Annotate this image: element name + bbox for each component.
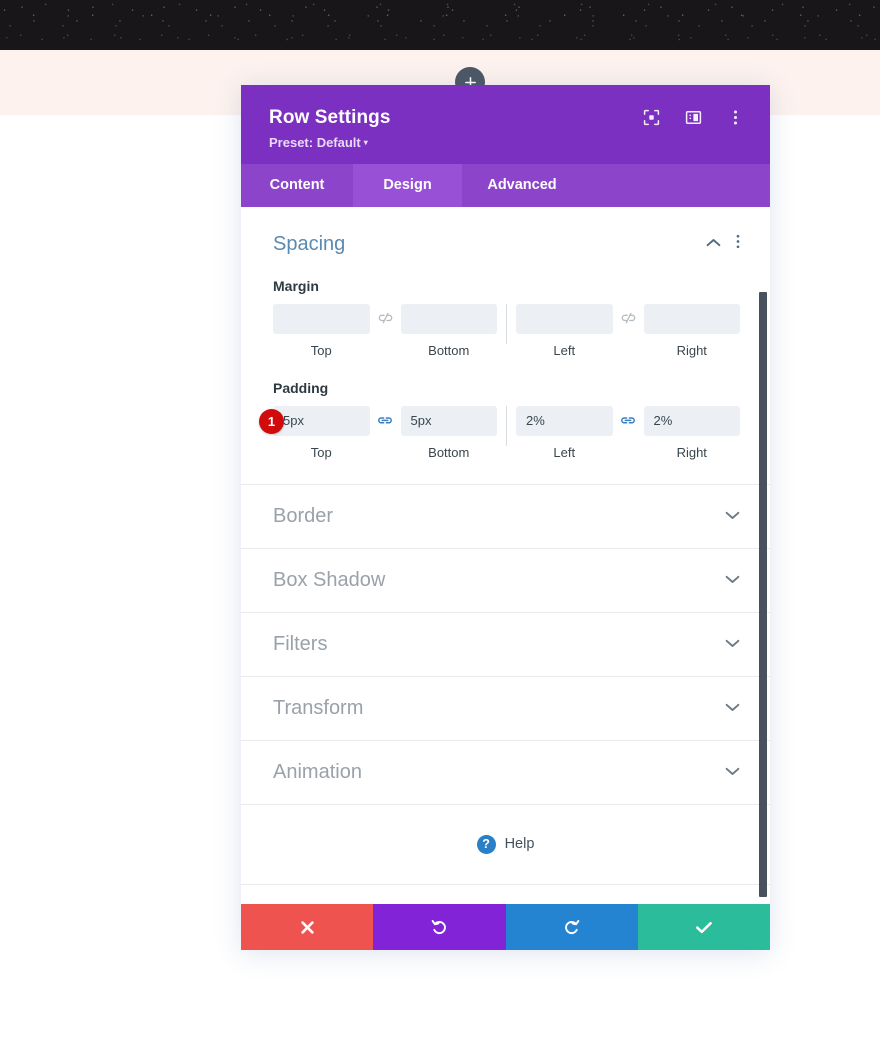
chevron-down-icon[interactable] [725,507,740,525]
padding-bottom-caption: Bottom [428,444,470,460]
padding-left-input[interactable]: 2% [516,405,613,436]
margin-left-cell: Left [516,303,613,358]
section-spacing: Spacing Margin Top Bottom Left Right Pad… [241,207,770,485]
link-icon [621,417,635,424]
margin-divider [506,303,507,344]
padding-horizontal-link-toggle[interactable] [613,406,644,436]
margin-top-caption: Top [310,342,332,358]
margin-left-caption: Left [553,342,576,358]
save-button[interactable] [637,904,770,950]
padding-divider [506,405,507,446]
chevron-down-icon[interactable] [725,763,740,781]
cancel-button[interactable] [241,904,374,950]
margin-bottom-caption: Bottom [428,342,470,358]
help-label: Help [504,836,535,853]
margin-right-cell: Right [643,303,740,358]
section-border[interactable]: Border [241,485,770,549]
chevron-down-icon: ▾ [363,137,368,147]
padding-pair-vertical: 5px Top 5px Bottom [273,405,497,460]
layout-icon[interactable] [682,106,704,128]
margin-pair-horizontal: Left Right [516,303,740,358]
margin-quad: Top Bottom Left Right [273,303,740,358]
margin-top-input[interactable] [273,303,370,334]
padding-top-caption: Top [310,444,332,460]
undo-icon [431,919,446,934]
margin-pair-vertical: Top Bottom [273,303,497,358]
padding-label: Padding [273,379,329,396]
section-box-shadow-title: Box Shadow [273,568,386,591]
padding-left-cell: 2% Left [516,405,613,460]
margin-top-cell: Top [273,303,370,358]
padding-right-input[interactable]: 2% [643,405,740,436]
padding-pair-horizontal: 2% Left 2% Right [516,405,740,460]
help-icon: ? [476,834,496,854]
padding-bottom-cell: 5px Bottom [400,405,497,460]
preset-selector[interactable]: Preset: Default ▾ [269,135,742,150]
margin-bottom-input[interactable] [400,303,497,334]
row-settings-modal: Row Settings Preset: Default ▾ Content D… [241,85,770,950]
field-group-padding: Padding 1 5px Top 5px Bottom 2% Left 2% … [259,379,740,460]
padding-vertical-link-toggle[interactable] [370,406,401,436]
field-group-margin: Margin Top Bottom Left Right [273,278,740,358]
section-animation[interactable]: Animation [241,741,770,805]
focus-icon[interactable] [640,106,662,128]
page-root: Row Settings Preset: Default ▾ Content D… [0,0,880,1045]
section-transform[interactable]: Transform [241,677,770,741]
section-border-title: Border [273,504,334,527]
padding-top-cell: 5px Top [273,405,370,460]
margin-right-caption: Right [676,342,707,358]
margin-left-input[interactable] [516,303,613,334]
margin-vertical-link-toggle[interactable] [370,304,401,334]
section-filters-title: Filters [273,632,328,655]
link-icon [378,417,392,424]
chevron-down-icon[interactable] [725,699,740,717]
section-animation-title: Animation [273,760,362,783]
modal-scrollbar-track[interactable] [759,207,768,904]
section-spacing-title: Spacing [273,232,346,255]
margin-label: Margin [273,277,319,294]
tab-content[interactable]: Content [241,164,353,207]
margin-bottom-cell: Bottom [400,303,497,358]
modal-footer [241,904,770,950]
section-spacing-tools [706,234,740,254]
padding-top-input[interactable]: 5px [273,405,370,436]
chevron-down-icon[interactable] [725,571,740,589]
margin-right-input[interactable] [643,303,740,334]
padding-right-cell: 2% Right [643,405,740,460]
redo-button[interactable] [505,904,638,950]
modal-tabs: Content Design Advanced [241,163,770,207]
check-icon [695,921,712,933]
chevron-down-icon[interactable] [725,635,740,653]
broken-link-icon [378,313,392,324]
modal-header-actions [640,106,746,128]
page-dark-band [0,0,880,50]
padding-quad: 1 5px Top 5px Bottom 2% Left 2% Right [259,405,740,460]
section-filters[interactable]: Filters [241,613,770,677]
margin-horizontal-link-toggle[interactable] [613,304,644,334]
section-box-shadow[interactable]: Box Shadow [241,549,770,613]
padding-left-caption: Left [553,444,576,460]
tab-design[interactable]: Design [353,163,462,207]
section-spacing-header[interactable]: Spacing [273,233,740,256]
modal-scrollbar-thumb[interactable] [759,291,767,897]
step-badge: 1 [259,408,284,434]
section-transform-title: Transform [273,696,364,719]
undo-button[interactable] [373,904,506,950]
close-icon [300,920,314,934]
redo-icon [565,919,580,934]
preset-label: Preset: Default [269,134,361,150]
chevron-up-icon[interactable] [706,235,721,253]
help-link[interactable]: ? Help [241,805,770,885]
modal-header: Row Settings Preset: Default ▾ [241,85,770,164]
tab-advanced[interactable]: Advanced [462,164,582,207]
modal-body: Spacing Margin Top Bottom Left Right Pad… [241,206,770,904]
broken-link-icon [621,313,635,324]
padding-bottom-input[interactable]: 5px [400,405,497,436]
padding-right-caption: Right [676,444,707,460]
section-more-options-icon[interactable] [736,234,740,254]
more-options-icon[interactable] [724,106,746,128]
